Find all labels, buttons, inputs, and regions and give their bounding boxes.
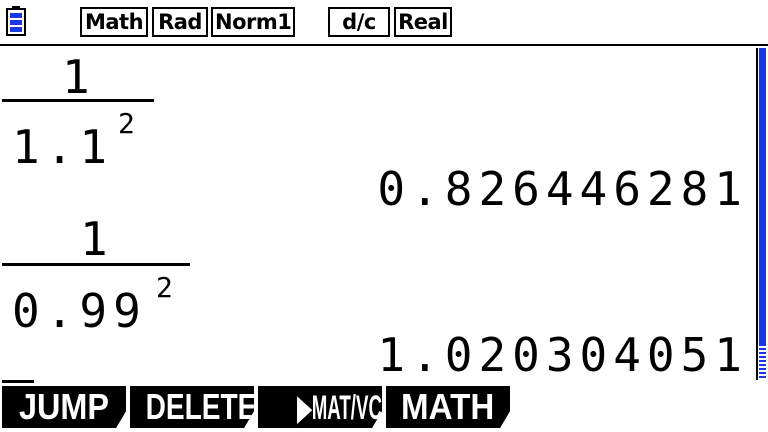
scrollbar-thumb[interactable] <box>759 48 766 348</box>
f4-math-key[interactable]: MATH <box>386 386 510 428</box>
f3-mat-vct-key[interactable]: ▶MAT/VCT <box>258 386 382 428</box>
expression-result: 0.826446281 <box>377 162 748 216</box>
expression-numerator: 1 <box>62 50 96 104</box>
f2-delete-key[interactable]: DELETE <box>130 386 254 428</box>
angle-mode-badge-math: Math <box>80 7 148 37</box>
expression-denominator-base: 0.99 <box>12 284 147 338</box>
f1-jump-key[interactable]: JUMP <box>2 386 126 428</box>
fraction-bar <box>2 263 190 266</box>
input-cursor <box>2 380 34 383</box>
expression-exponent: 2 <box>156 271 173 304</box>
status-bar: Math Rad Norm1 d/c Real <box>0 0 768 46</box>
function-key-bar: JUMP DELETE ▶MAT/VCT MATH <box>0 386 768 432</box>
display-format-badge: Norm1 <box>211 7 295 37</box>
expression-denominator-base: 1.1 <box>12 120 114 174</box>
expression-result: 1.020304051 <box>377 328 748 382</box>
f1-label: JUMP <box>18 386 110 427</box>
calculation-display: 1 1.1 2 0.826446281 1 0.99 2 1.020304051 <box>0 46 768 382</box>
angle-unit-badge: Rad <box>152 7 208 37</box>
expression-exponent: 2 <box>118 107 135 140</box>
f3-label: ▶MAT/VCT <box>297 389 382 427</box>
fraction-mode-badge: d/c <box>328 7 390 37</box>
battery-icon <box>6 6 26 36</box>
scrollbar[interactable] <box>756 48 766 380</box>
complex-mode-badge: Real <box>394 7 452 37</box>
f4-label: MATH <box>401 386 495 427</box>
scrollbar-end-marker <box>759 344 766 378</box>
fraction-bar <box>2 99 154 102</box>
expression-numerator: 1 <box>80 212 114 266</box>
f2-label: DELETE <box>145 386 254 427</box>
